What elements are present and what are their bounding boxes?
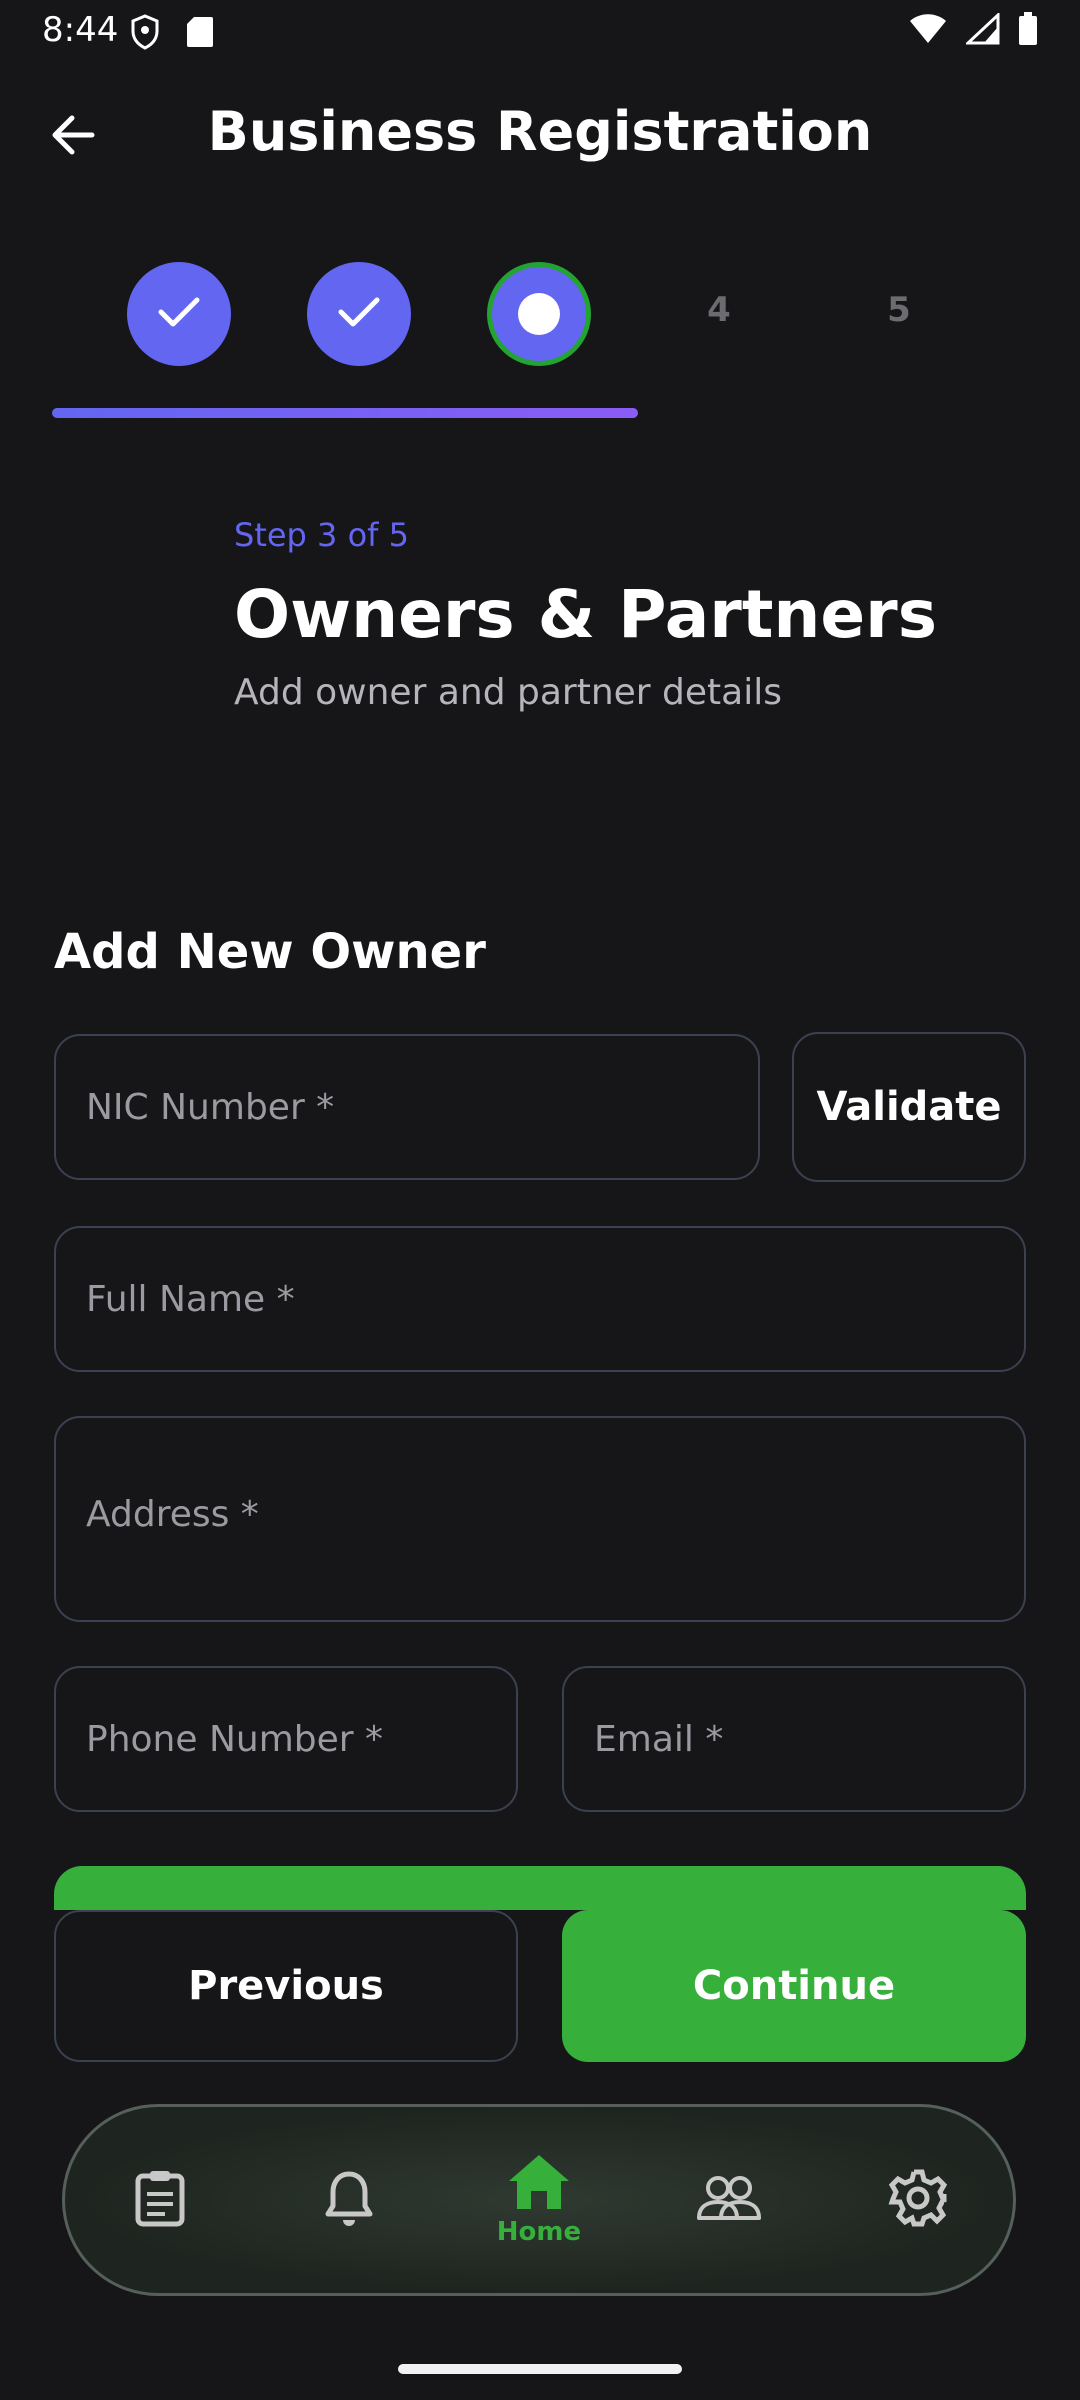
page-title: Business Registration (207, 100, 873, 163)
section-title: Add New Owner (54, 924, 486, 980)
clipboard-icon (132, 2168, 188, 2232)
step-2-completed (307, 262, 411, 366)
nav-item-notifications[interactable] (289, 2168, 409, 2232)
step-4-number: 4 (707, 290, 731, 330)
shield-icon (130, 14, 160, 54)
continue-button[interactable]: Continue (562, 1910, 1026, 2062)
gesture-home-bar[interactable] (398, 2364, 682, 2374)
sd-card-icon (186, 16, 214, 52)
nav-item-settings[interactable] (858, 2168, 978, 2232)
phone-number-input[interactable] (54, 1666, 518, 1812)
step-3-current (487, 262, 591, 366)
nav-item-home[interactable]: Home (479, 2153, 599, 2247)
nic-number-input[interactable] (54, 1034, 760, 1180)
home-icon (507, 2153, 571, 2215)
step-title: Owners & Partners (234, 576, 937, 653)
status-icons (908, 11, 1038, 50)
current-dot-icon (518, 293, 560, 335)
nav-label-home: Home (496, 2217, 582, 2247)
full-name-input[interactable] (54, 1226, 1026, 1372)
step-counter: Step 3 of 5 (234, 516, 409, 554)
signal-icon (964, 11, 1000, 49)
nav-item-people[interactable] (669, 2172, 789, 2228)
step-5-number: 5 (887, 290, 911, 330)
step-subtitle: Add owner and partner details (234, 672, 782, 713)
bell-icon (323, 2168, 375, 2232)
check-icon (157, 294, 201, 334)
gear-icon (888, 2168, 948, 2232)
progress-bar (52, 408, 638, 418)
status-time: 8:44 (42, 10, 119, 50)
address-input[interactable] (54, 1416, 1026, 1622)
bottom-navigation: Home (62, 2104, 1016, 2296)
battery-icon (1018, 12, 1038, 50)
email-input[interactable] (562, 1666, 1026, 1812)
previous-button[interactable]: Previous (54, 1910, 518, 2062)
nav-item-clipboard[interactable] (100, 2168, 220, 2232)
check-icon (337, 294, 381, 334)
wifi-icon (908, 13, 948, 49)
green-strip (54, 1866, 1026, 1910)
people-icon (696, 2172, 762, 2228)
validate-button[interactable]: Validate (792, 1032, 1026, 1182)
step-1-completed (127, 262, 231, 366)
